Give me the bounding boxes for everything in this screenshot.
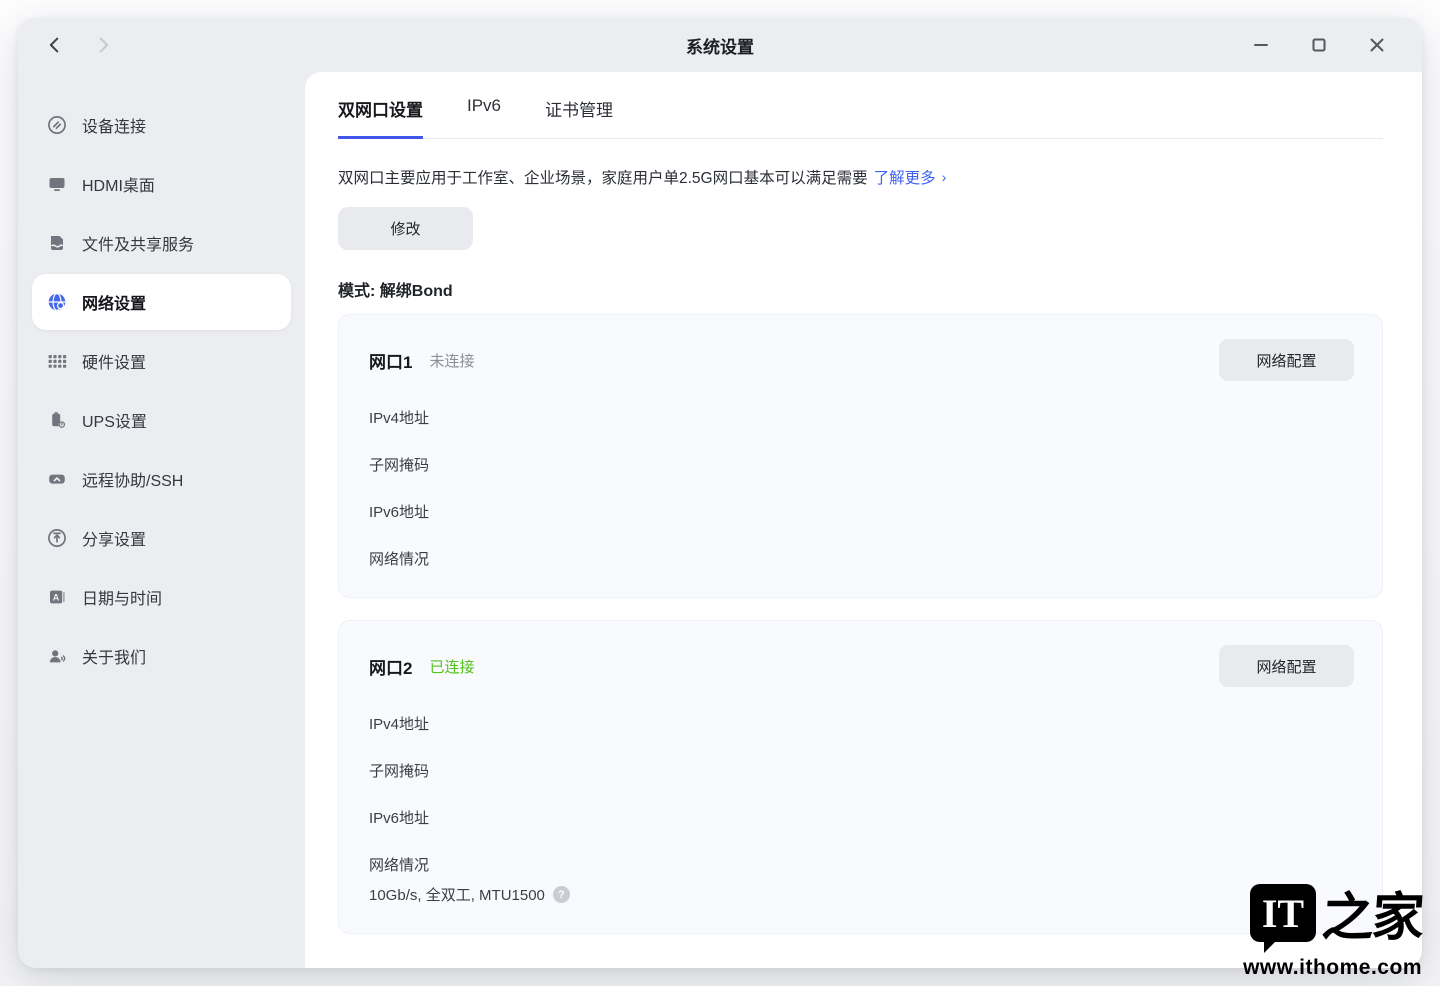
description-text: 双网口主要应用于工作室、企业场景，家庭用户单2.5G网口基本可以满足需要: [338, 166, 868, 188]
calendar-icon: A: [47, 587, 67, 607]
main-panel: 双网口设置 IPv6 证书管理 双网口主要应用于工作室、企业场景，家庭用户单2.…: [305, 72, 1422, 968]
network-config-button[interactable]: 网络配置: [1219, 339, 1354, 381]
learn-more-chevron-icon[interactable]: ›: [942, 169, 947, 185]
file-share-icon: [47, 233, 67, 253]
sidebar: 设备连接 HDMI桌面 文件及共享服务: [18, 72, 305, 968]
tab-cert-management[interactable]: 证书管理: [545, 96, 613, 138]
sidebar-item-remote-ssh[interactable]: 远程协助/SSH: [32, 451, 291, 507]
sidebar-item-label: 文件及共享服务: [82, 231, 194, 255]
help-icon[interactable]: ?: [553, 886, 570, 903]
sidebar-item-network-settings[interactable]: 网络设置: [32, 274, 291, 330]
mode-label: 模式: 解绑Bond: [338, 277, 1383, 301]
description-row: 双网口主要应用于工作室、企业场景，家庭用户单2.5G网口基本可以满足需要 了解更…: [338, 166, 1383, 188]
field-ipv4-address: IPv4地址: [369, 713, 1354, 734]
field-ipv6-address: IPv6地址: [369, 501, 1354, 522]
sidebar-item-label: 关于我们: [82, 644, 146, 668]
ithome-url: www.ithome.com: [1172, 956, 1422, 980]
field-network-status: 网络情况: [369, 548, 1354, 569]
port-status: 已连接: [429, 656, 474, 677]
tab-bar: 双网口设置 IPv6 证书管理: [338, 72, 1383, 139]
network-config-button[interactable]: 网络配置: [1219, 645, 1354, 687]
network-detail-value: 10Gb/s, 全双工, MTU1500: [369, 884, 545, 905]
sidebar-item-label: 硬件设置: [82, 349, 146, 373]
minimize-button[interactable]: [1250, 34, 1272, 56]
sidebar-item-label: 日期与时间: [82, 585, 162, 609]
sidebar-item-label: 网络设置: [82, 290, 146, 314]
grid-icon: [47, 351, 67, 371]
field-ipv6-address: IPv6地址: [369, 807, 1354, 828]
window-title: 系统设置: [18, 33, 1422, 58]
ithome-watermark: IT 之家 www.ithome.com: [1172, 884, 1422, 980]
maximize-button[interactable]: [1308, 34, 1330, 56]
window-controls: [1250, 34, 1388, 56]
port1-card: 网口1 未连接 网络配置 IPv4地址 子网掩码 IPv6地址 网络情况: [338, 314, 1383, 598]
globe-icon: [47, 292, 67, 312]
sidebar-item-ups-settings[interactable]: UPS设置: [32, 392, 291, 448]
close-button[interactable]: [1366, 34, 1388, 56]
modify-button[interactable]: 修改: [338, 207, 473, 250]
sidebar-item-file-share[interactable]: 文件及共享服务: [32, 215, 291, 271]
field-ipv4-address: IPv4地址: [369, 407, 1354, 428]
user-icon: [47, 646, 67, 666]
port-status: 未连接: [429, 350, 474, 371]
sidebar-item-device-connect[interactable]: 设备连接: [32, 97, 291, 153]
settings-window: 系统设置: [18, 18, 1422, 968]
titlebar: 系统设置: [18, 18, 1422, 72]
remote-icon: [47, 469, 67, 489]
ithome-logo-icon: IT: [1250, 884, 1316, 942]
sidebar-item-share-settings[interactable]: 分享设置: [32, 510, 291, 566]
tab-dual-port-settings[interactable]: 双网口设置: [338, 96, 423, 139]
upload-circle-icon: [47, 528, 67, 548]
tab-ipv6[interactable]: IPv6: [467, 96, 501, 138]
learn-more-link[interactable]: 了解更多: [874, 166, 936, 188]
minimize-icon: [1252, 36, 1270, 54]
sidebar-item-label: 分享设置: [82, 526, 146, 550]
port2-header: 网口2 已连接 网络配置: [369, 645, 1354, 687]
port-name: 网口1: [369, 348, 412, 373]
svg-text:A: A: [53, 592, 60, 602]
sidebar-item-label: HDMI桌面: [82, 172, 155, 196]
maximize-icon: [1310, 36, 1328, 54]
field-subnet-mask: 子网掩码: [369, 760, 1354, 781]
close-icon: [1368, 36, 1386, 54]
port-name: 网口2: [369, 654, 412, 679]
ithome-logo-zhijia: 之家: [1320, 895, 1423, 942]
sidebar-item-label: UPS设置: [82, 408, 147, 432]
port1-header: 网口1 未连接 网络配置: [369, 339, 1354, 381]
field-subnet-mask: 子网掩码: [369, 454, 1354, 475]
sidebar-item-label: 远程协助/SSH: [82, 467, 183, 491]
monitor-icon: [47, 174, 67, 194]
sidebar-item-hdmi-desktop[interactable]: HDMI桌面: [32, 156, 291, 212]
link-icon: [47, 115, 67, 135]
sidebar-item-about-us[interactable]: 关于我们: [32, 628, 291, 684]
sidebar-item-label: 设备连接: [82, 113, 146, 137]
sidebar-item-hardware-settings[interactable]: 硬件设置: [32, 333, 291, 389]
field-network-status: 网络情况: [369, 854, 1354, 875]
battery-icon: [47, 410, 67, 430]
sidebar-item-date-time[interactable]: A 日期与时间: [32, 569, 291, 625]
